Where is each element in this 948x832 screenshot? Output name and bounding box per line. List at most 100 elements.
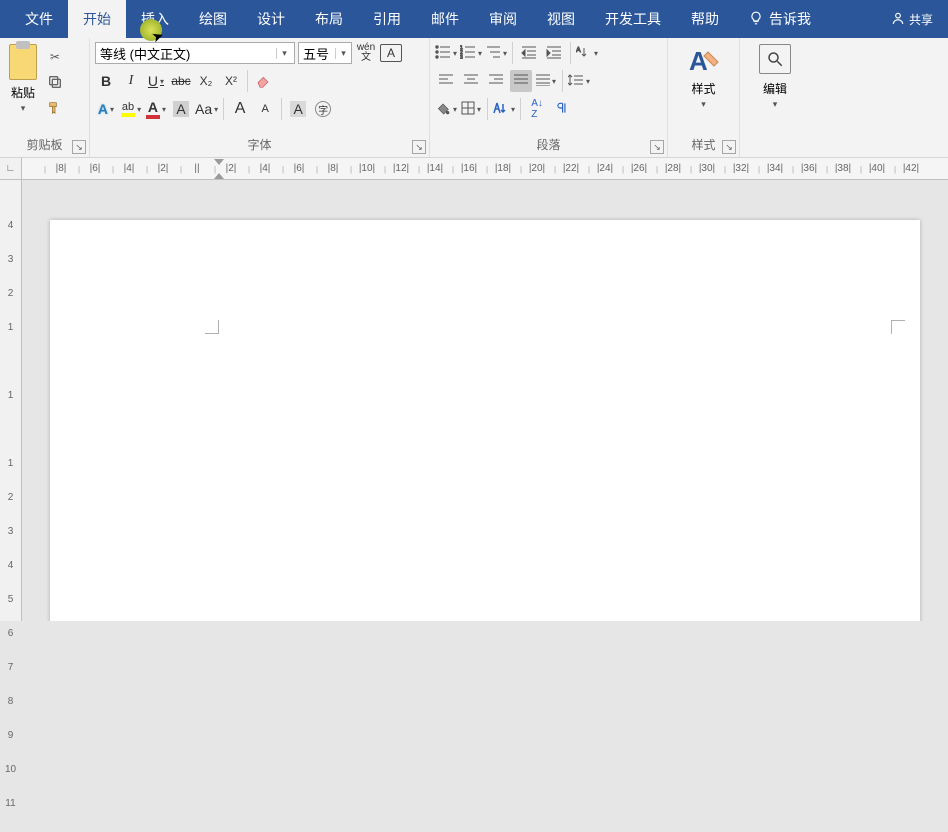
- ruler-tick: 1: [0, 390, 21, 424]
- edit-button[interactable]: 编辑 ▾: [745, 42, 805, 110]
- align-right-icon: [489, 73, 503, 89]
- ruler-tick: 8: [0, 696, 21, 730]
- ruler-tick: |6|: [282, 163, 316, 174]
- character-border-button[interactable]: A: [380, 44, 402, 62]
- char-border-label: A: [387, 46, 395, 60]
- shrink-font-button[interactable]: A: [254, 98, 276, 120]
- document-canvas[interactable]: [22, 180, 948, 621]
- svg-text:3: 3: [460, 55, 463, 59]
- align-justify-button[interactable]: [510, 70, 532, 92]
- styles-button[interactable]: A 样式 ▾: [673, 42, 734, 110]
- highlight-button[interactable]: ab: [120, 98, 142, 120]
- ruler-tick: 4: [0, 220, 21, 254]
- phonetic-guide-button[interactable]: wén文: [355, 42, 377, 64]
- page[interactable]: [50, 220, 920, 621]
- brush-icon: [47, 100, 63, 119]
- paragraph-dialog-launcher[interactable]: ↘: [650, 140, 664, 154]
- tab-selector[interactable]: ∟: [0, 158, 22, 179]
- ruler-tick: |4|: [248, 163, 282, 174]
- align-left-button[interactable]: [435, 70, 457, 92]
- ruler-tick: |24|: [588, 163, 622, 174]
- text-direction-button[interactable]: A: [576, 42, 598, 64]
- horizontal-ruler[interactable]: |8||6||4||2||||2||4||6||8||10||12||14||1…: [22, 158, 948, 179]
- char-border2-button[interactable]: A: [287, 98, 309, 120]
- borders-button[interactable]: [460, 98, 482, 120]
- tab-review[interactable]: 审阅: [474, 0, 532, 38]
- ruler-tick: |2|: [146, 163, 180, 174]
- chevron-down-icon: ▾: [276, 48, 292, 59]
- ruler-tick: |20|: [520, 163, 554, 174]
- tab-developer[interactable]: 开发工具: [590, 0, 676, 38]
- shading-button[interactable]: [435, 98, 457, 120]
- bold-button[interactable]: B: [95, 70, 117, 92]
- vertical-ruler[interactable]: 432111234567891011: [0, 180, 22, 621]
- tab-insert[interactable]: 插入: [126, 0, 184, 38]
- numbering-icon: 123: [460, 45, 476, 62]
- enclosed-char-button[interactable]: 字: [312, 98, 334, 120]
- paste-button[interactable]: 粘贴 ▾: [5, 42, 41, 118]
- text-direction-icon: A: [576, 45, 592, 62]
- tab-view[interactable]: 视图: [532, 0, 590, 38]
- superscript-button[interactable]: X²: [220, 70, 242, 92]
- ruler-tick: |18|: [486, 163, 520, 174]
- tab-mailings[interactable]: 邮件: [416, 0, 474, 38]
- tab-help[interactable]: 帮助: [676, 0, 734, 38]
- cut-button[interactable]: ✂: [45, 48, 65, 66]
- italic-button[interactable]: I: [120, 70, 142, 92]
- decrease-indent-button[interactable]: [518, 42, 540, 64]
- paste-label: 粘贴: [11, 84, 35, 101]
- show-marks-button[interactable]: [551, 98, 573, 120]
- line-spacing-button[interactable]: [568, 70, 590, 92]
- edit-group-label: [745, 151, 805, 157]
- asian-layout-button[interactable]: [493, 98, 515, 120]
- align-center-button[interactable]: [460, 70, 482, 92]
- increase-indent-button[interactable]: [543, 42, 565, 64]
- multilevel-list-button[interactable]: [485, 42, 507, 64]
- text-effects-button[interactable]: A: [95, 98, 117, 120]
- font-name-input[interactable]: [96, 43, 276, 63]
- align-left-icon: [439, 73, 453, 89]
- font-size-combo[interactable]: ▾: [298, 42, 352, 64]
- clear-formatting-button[interactable]: [253, 70, 275, 92]
- tab-references[interactable]: 引用: [358, 0, 416, 38]
- grow-font-button[interactable]: A: [229, 98, 251, 120]
- tab-tellme[interactable]: 告诉我: [734, 0, 826, 38]
- styles-label: 样式: [691, 80, 715, 97]
- clipboard-dialog-launcher[interactable]: ↘: [72, 140, 86, 154]
- font-size-input[interactable]: [299, 43, 335, 63]
- bullets-button[interactable]: [435, 42, 457, 64]
- tab-draw[interactable]: 绘图: [184, 0, 242, 38]
- borders-icon: [461, 101, 475, 118]
- numbering-button[interactable]: 123: [460, 42, 482, 64]
- lightbulb-icon: [749, 11, 763, 28]
- ruler-tick: ||: [180, 163, 214, 174]
- indent-icon: [546, 45, 562, 62]
- tab-design[interactable]: 设计: [242, 0, 300, 38]
- align-center-icon: [464, 73, 478, 89]
- paragraph-group-label: 段落: [435, 134, 662, 157]
- subscript-button[interactable]: X₂: [195, 70, 217, 92]
- paint-bucket-icon: [435, 100, 451, 119]
- sort-button[interactable]: A↓Z: [526, 98, 548, 120]
- tellme-label: 告诉我: [769, 9, 811, 29]
- strikethrough-button[interactable]: abc: [170, 70, 192, 92]
- font-color-button[interactable]: A: [145, 98, 167, 120]
- ribbon-content: 粘贴 ▾ ✂ 剪贴板 ↘: [0, 38, 948, 158]
- tab-layout[interactable]: 布局: [300, 0, 358, 38]
- distributed-button[interactable]: [535, 70, 557, 92]
- share-button[interactable]: 共享: [876, 11, 948, 28]
- copy-button[interactable]: [45, 74, 65, 92]
- format-painter-button[interactable]: [45, 100, 65, 118]
- font-dialog-launcher[interactable]: ↘: [412, 140, 426, 154]
- styles-dialog-launcher[interactable]: ↘: [722, 140, 736, 154]
- char-shading-button[interactable]: A: [170, 98, 192, 120]
- tab-file[interactable]: 文件: [10, 0, 68, 38]
- font-name-combo[interactable]: ▾: [95, 42, 295, 64]
- align-right-button[interactable]: [485, 70, 507, 92]
- change-case-button[interactable]: Aa: [195, 98, 218, 120]
- tab-home[interactable]: 开始: [68, 0, 126, 38]
- edit-label: 编辑: [763, 80, 787, 97]
- clipboard-icon: [9, 44, 37, 80]
- underline-button[interactable]: U: [145, 70, 167, 92]
- group-styles: A 样式 ▾ 样式 ↘: [668, 38, 740, 157]
